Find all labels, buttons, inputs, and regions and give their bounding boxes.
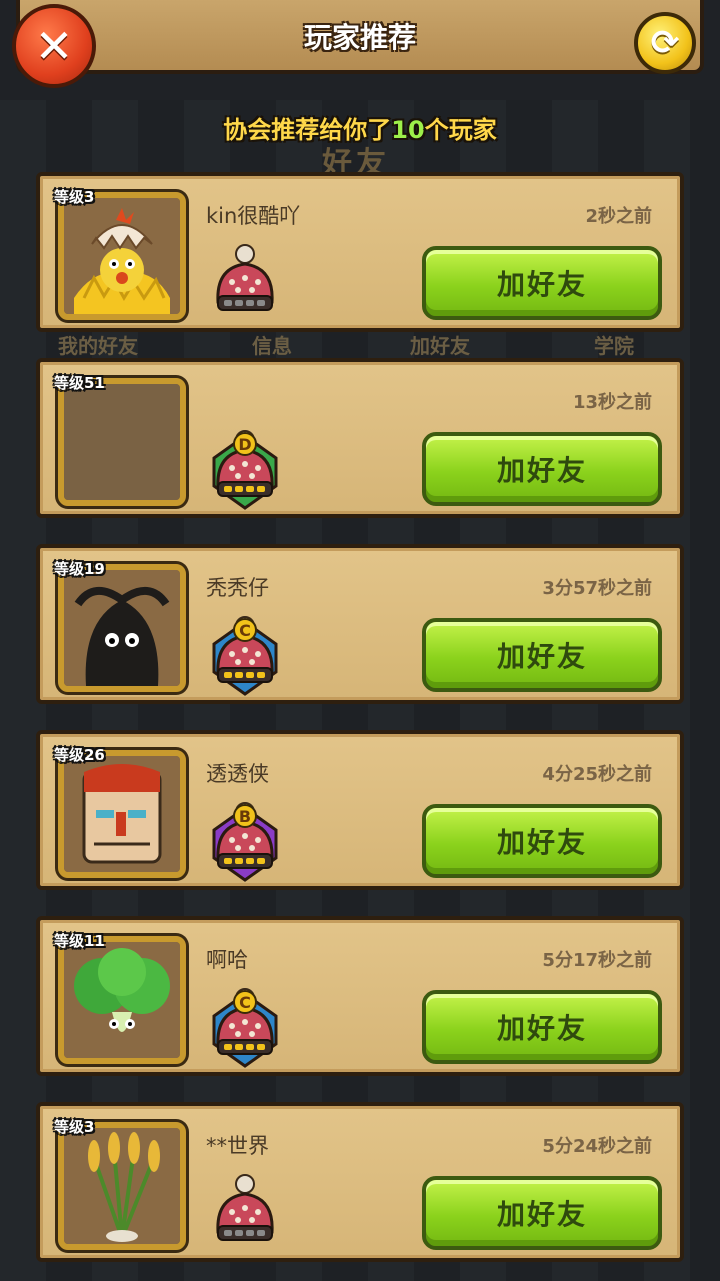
rank-badge-icon (208, 238, 282, 324)
background-tab-my-friends: 我的好友 (58, 334, 138, 358)
background-tab-messages: 信息 (252, 334, 292, 358)
player-name: kin很酷吖 (206, 204, 301, 228)
recommend-count: 10 (391, 116, 425, 144)
last-online-time: 2秒之前 (585, 206, 652, 227)
player-card: 等级11 啊哈 5分17秒之前 C 加好友 (36, 916, 684, 1076)
player-level: 等级11 (54, 932, 105, 950)
add-friend-label: 加好友 (496, 826, 587, 859)
player-avatar[interactable] (58, 750, 186, 878)
add-friend-button[interactable]: 加好友 (422, 246, 662, 320)
add-friend-button[interactable]: 加好友 (422, 990, 662, 1064)
last-online-time: 5分17秒之前 (542, 950, 652, 971)
add-friend-button[interactable]: 加好友 (422, 618, 662, 692)
add-friend-button[interactable]: 加好友 (422, 804, 662, 878)
add-friend-label: 加好友 (496, 1198, 587, 1231)
svg-text:D: D (238, 435, 251, 454)
rank-badge-icon: B (208, 796, 282, 882)
player-level: 等级3 (54, 188, 95, 206)
add-friend-button[interactable]: 加好友 (422, 432, 662, 506)
header-bar: 玩家推荐 (16, 0, 704, 74)
add-friend-label: 加好友 (496, 454, 587, 487)
page-title: 玩家推荐 (303, 21, 416, 54)
player-name: 啊哈 (206, 948, 248, 972)
last-online-time: 4分25秒之前 (542, 764, 652, 785)
recommend-message: 协会推荐给你了10个玩家 (223, 116, 497, 144)
svg-text:C: C (239, 621, 251, 640)
rank-badge-icon: C (208, 982, 282, 1068)
player-card: 等级51 13秒之前 D 加好友 (36, 358, 684, 518)
player-avatar[interactable] (58, 1122, 186, 1250)
rank-badge-icon: C (208, 610, 282, 696)
background-tab-add-friend: 加好友 (410, 334, 470, 358)
player-card: 等级26 透透侠 4分25秒之前 B 加好友 (36, 730, 684, 890)
add-friend-label: 加好友 (496, 1012, 587, 1045)
player-card: 等级3 **世界 5分24秒之前 加好友 (36, 1102, 684, 1262)
add-friend-label: 加好友 (496, 640, 587, 673)
last-online-time: 5分24秒之前 (542, 1136, 652, 1157)
last-online-time: 3分57秒之前 (542, 578, 652, 599)
player-card: 等级3 kin很酷吖 2秒之前 加好友 (36, 172, 684, 332)
player-level: 等级3 (54, 1118, 95, 1136)
rank-badge-icon: D (208, 424, 282, 510)
close-icon: ✕ (34, 19, 74, 73)
close-button[interactable]: ✕ (12, 4, 96, 88)
player-name: 透透侠 (206, 762, 269, 786)
player-avatar[interactable] (58, 564, 186, 692)
player-name: 秃秃仔 (206, 576, 269, 600)
add-friend-button[interactable]: 加好友 (422, 1176, 662, 1250)
refresh-button[interactable]: ⟳ (634, 12, 696, 74)
player-avatar[interactable] (58, 378, 186, 506)
player-avatar[interactable] (58, 936, 186, 1064)
player-card: 等级19 秃秃仔 3分57秒之前 C 加好友 (36, 544, 684, 704)
player-level: 等级26 (54, 746, 105, 764)
refresh-icon: ⟳ (650, 23, 680, 63)
rank-badge-icon (208, 1168, 282, 1254)
background-tab-academy: 学院 (594, 334, 634, 358)
last-online-time: 13秒之前 (572, 392, 652, 413)
player-level: 等级51 (54, 374, 105, 392)
player-avatar[interactable] (58, 192, 186, 320)
svg-text:B: B (239, 807, 251, 826)
player-name: **世界 (206, 1134, 269, 1158)
player-level: 等级19 (54, 560, 105, 578)
add-friend-label: 加好友 (496, 268, 587, 301)
svg-text:C: C (239, 993, 251, 1012)
